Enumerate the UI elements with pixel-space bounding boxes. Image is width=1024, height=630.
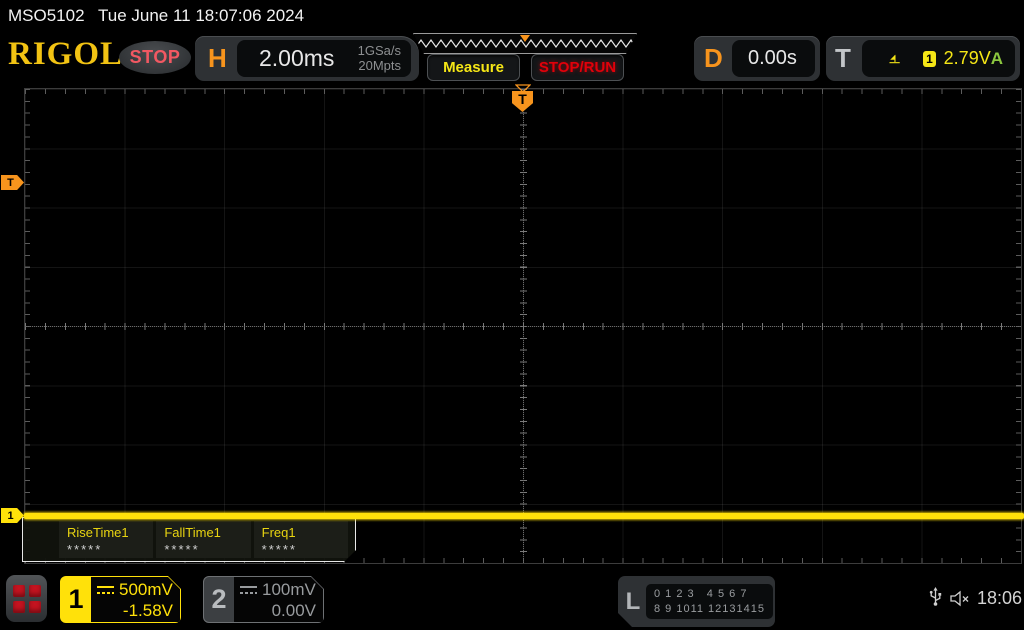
- memory-depth: 20Mpts: [358, 57, 401, 73]
- channel1-offset: -1.58V: [122, 601, 173, 620]
- channel1-panel: 500mV -1.58V: [91, 577, 180, 622]
- logic-channels-block[interactable]: L 0 1 2 3 4 5 6 7 8 9 1011 12131415: [618, 576, 775, 627]
- waveform-display-area: T T 1 RiseTime1 ***** FallTime1 ***** Fr…: [0, 84, 1024, 566]
- preview-trigger-position-icon[interactable]: [520, 35, 530, 42]
- run-state-badge: STOP: [119, 41, 191, 74]
- measurement-value: *****: [164, 542, 200, 557]
- waveform-preview-bar[interactable]: [413, 33, 637, 54]
- measurement-label: Freq1: [261, 525, 296, 540]
- sound-muted-icon[interactable]: [949, 590, 971, 607]
- run-state-label: STOP: [129, 47, 181, 67]
- delay-label: D: [704, 43, 723, 73]
- logic-row-0-7: 0 1 2 3 4 5 6 7: [654, 588, 748, 601]
- timebase-value: 2.00ms: [259, 45, 335, 71]
- logic-row-8-15: 8 9 1011 12131415: [654, 602, 765, 615]
- date-time: Tue June 11 18:07:06 2024: [98, 6, 305, 25]
- menu-grid-icon: [12, 584, 25, 597]
- trigger-label: T: [835, 43, 851, 73]
- trigger-level-marker-letter: T: [7, 176, 14, 189]
- logic-channel-list: 0 1 2 3 4 5 6 7 8 9 1011 12131415: [646, 584, 773, 619]
- graticule-grid: [24, 88, 1022, 564]
- stop-run-button-label: STOP/RUN: [538, 59, 617, 76]
- acquisition-info: 1GSa/s 20Mpts: [357, 42, 401, 74]
- trigger-level-marker[interactable]: T: [1, 175, 24, 190]
- sample-rate: 1GSa/s: [357, 42, 401, 58]
- trigger-inner: 1 2.79V A: [862, 40, 1015, 77]
- menu-grid-icon: [28, 584, 41, 597]
- stop-run-button[interactable]: STOP/RUN: [531, 54, 624, 81]
- menu-grid-icon: [28, 600, 41, 613]
- top-status-bar: MSO5102 Tue June 11 18:07:06 2024: [0, 0, 1024, 30]
- channel2-offset: 0.00V: [271, 601, 316, 620]
- usb-icon: [929, 587, 942, 606]
- channel1-waveform-trace: [24, 513, 1024, 519]
- main-menu-button[interactable]: [6, 575, 47, 622]
- trigger-level-value: 2.79V: [943, 48, 991, 68]
- horizontal-inner: 2.00ms 1GSa/s 20Mpts: [237, 40, 411, 77]
- measurement-item[interactable]: FallTime1 *****: [156, 521, 250, 558]
- channel2-number-tab[interactable]: 2: [204, 577, 234, 622]
- measure-button-label: Measure: [443, 59, 504, 76]
- measurement-value: *****: [261, 542, 297, 557]
- oscilloscope-screen: MSO5102 Tue June 11 18:07:06 2024 RIGOL …: [0, 0, 1024, 630]
- rigol-logo: RIGOL: [8, 36, 124, 72]
- channel2-status-block[interactable]: 2 100mV 0.00V: [203, 576, 324, 623]
- channel1-scale: 500mV: [119, 580, 173, 599]
- measurement-value: *****: [67, 542, 103, 557]
- horizontal-label: H: [208, 43, 227, 73]
- horizontal-settings-block[interactable]: H 2.00ms 1GSa/s 20Mpts: [195, 36, 419, 81]
- measurement-label: FallTime1: [164, 525, 221, 540]
- channel1-status-block[interactable]: 1 500mV -1.58V: [60, 576, 181, 623]
- measurement-item[interactable]: RiseTime1 *****: [59, 521, 153, 558]
- header-bar: RIGOL STOP H 2.00ms 1GSa/s 20Mpts Measur…: [0, 30, 1024, 86]
- measurement-item[interactable]: Freq1 *****: [254, 521, 348, 558]
- measurement-label: RiseTime1: [67, 525, 129, 540]
- trigger-settings-block[interactable]: T 1 2.79V A: [826, 36, 1020, 81]
- channel2-panel: 100mV 0.00V: [234, 577, 323, 622]
- measurement-results-overlay[interactable]: RiseTime1 ***** FallTime1 ***** Freq1 **…: [22, 517, 356, 562]
- edge-rising-trigger-icon: [889, 54, 900, 63]
- system-clock: 18:06: [977, 588, 1023, 608]
- measure-button[interactable]: Measure: [427, 54, 520, 81]
- delay-value: 0.00s: [748, 47, 797, 69]
- model-name: MSO5102: [8, 6, 85, 25]
- channel2-scale: 100mV: [262, 580, 316, 599]
- trigger-source-badge: 1: [923, 50, 936, 67]
- dc-coupling-icon: [240, 586, 257, 595]
- menu-grid-icon: [12, 600, 25, 613]
- trigger-position-marker-letter: T: [518, 91, 527, 107]
- grid-center-horizontal-line: [25, 326, 1021, 327]
- channel1-number-tab[interactable]: 1: [61, 577, 91, 622]
- logic-label: L: [625, 587, 641, 615]
- channel1-position-marker[interactable]: 1: [1, 508, 24, 523]
- trigger-mode-badge: A: [990, 48, 1003, 68]
- delay-inner: 0.00s: [732, 40, 815, 77]
- bottom-status-bar: 1 500mV -1.58V 2 100mV 0.00V L 0 1 2 3 4…: [0, 566, 1024, 630]
- delay-settings-block[interactable]: D 0.00s: [694, 36, 820, 81]
- channel1-marker-number: 1: [7, 509, 14, 522]
- dc-coupling-icon: [97, 586, 114, 595]
